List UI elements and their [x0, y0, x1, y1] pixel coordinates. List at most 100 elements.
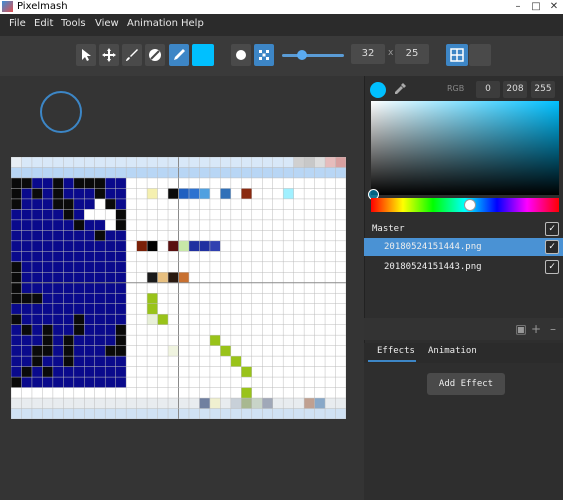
pixel — [94, 303, 106, 315]
close-icon[interactable]: ✕ — [546, 0, 562, 14]
pixel — [31, 377, 43, 388]
pixel — [42, 377, 53, 388]
pixel — [105, 198, 116, 210]
blue-value-field[interactable]: 255 — [531, 81, 555, 98]
palette-pixel — [314, 408, 326, 419]
grid-toggle-button[interactable] — [446, 44, 468, 66]
palette-pixel — [84, 157, 95, 168]
pixel — [73, 293, 85, 304]
palette-pixel — [230, 408, 242, 419]
maximize-icon[interactable]: □ — [528, 0, 544, 14]
palette-pixel — [230, 167, 242, 178]
palette-pixel — [209, 408, 221, 419]
palette-pixel — [199, 157, 210, 168]
secondary-view-button[interactable] — [469, 44, 491, 66]
pixel — [63, 272, 74, 283]
menu-animation[interactable]: Animation — [127, 18, 178, 29]
layer-item[interactable]: 20180524151443.png ✓ — [364, 258, 563, 276]
pixel — [168, 272, 179, 283]
pixel — [84, 240, 95, 252]
current-color-swatch[interactable] — [192, 44, 214, 66]
eyedropper-icon[interactable] — [393, 82, 407, 96]
palette-pixel — [21, 167, 32, 178]
pixel — [31, 198, 43, 210]
palette-pixel — [63, 408, 74, 419]
canvas-width-field[interactable]: 32 — [351, 44, 385, 64]
pixel — [94, 282, 106, 294]
pencil-tool-button[interactable] — [169, 44, 189, 66]
pixel — [105, 272, 116, 283]
pixel — [115, 230, 127, 241]
palette-pixel — [251, 157, 263, 168]
layer-visibility-checkbox[interactable]: ✓ — [545, 240, 559, 254]
pixel — [157, 272, 169, 283]
pointer-tool-button[interactable] — [76, 44, 96, 66]
pixel — [94, 272, 106, 283]
pixel — [21, 293, 32, 304]
dither-brush-button[interactable] — [254, 44, 274, 66]
menu-view[interactable]: View — [95, 18, 119, 29]
layer-master[interactable]: Master ✓ — [364, 220, 563, 238]
menu-tools[interactable]: Tools — [61, 18, 86, 29]
pixel — [178, 240, 189, 252]
pixel — [84, 209, 95, 220]
pointer-icon — [82, 49, 91, 61]
pixel — [21, 209, 32, 220]
pixel — [31, 356, 43, 367]
palette-pixel — [21, 157, 32, 168]
palette-pixel — [304, 167, 315, 178]
add-layer-icon[interactable]: + — [529, 322, 543, 336]
tab-effects[interactable]: Effects — [377, 346, 415, 356]
brush-size-knob[interactable] — [297, 50, 307, 60]
red-value-field[interactable]: 0 — [476, 81, 500, 98]
palette-pixel — [241, 157, 252, 168]
palette-pixel — [63, 398, 74, 409]
green-value-field[interactable]: 208 — [503, 81, 527, 98]
pixel — [52, 177, 64, 189]
eraser-tool-button[interactable] — [145, 44, 165, 66]
pixel — [52, 314, 64, 325]
duplicate-layer-icon[interactable]: ▣ — [514, 322, 528, 336]
layer-visibility-checkbox[interactable]: ✓ — [545, 260, 559, 274]
menu-help[interactable]: Help — [181, 18, 204, 29]
palette-pixel — [147, 398, 158, 409]
palette-pixel — [94, 408, 106, 419]
pixel — [94, 356, 106, 367]
hue-knob[interactable] — [464, 199, 476, 211]
move-tool-button[interactable] — [99, 44, 119, 66]
tab-animation[interactable]: Animation — [428, 346, 477, 356]
palette-pixel — [283, 398, 294, 409]
pixel — [94, 345, 106, 357]
menu-file[interactable]: File — [9, 18, 26, 29]
pixel — [73, 219, 85, 231]
pixel — [42, 272, 53, 283]
pixel — [283, 188, 294, 199]
palette-pixel — [220, 157, 231, 168]
brush-size-slider[interactable] — [282, 54, 344, 57]
menu-edit[interactable]: Edit — [34, 18, 53, 29]
pixel — [94, 177, 106, 189]
add-effect-button[interactable]: Add Effect — [427, 373, 505, 395]
pixel — [52, 293, 64, 304]
pixel — [115, 324, 127, 336]
pixel — [105, 377, 116, 388]
canvas-height-field[interactable]: 25 — [395, 44, 429, 64]
layer-item[interactable]: 20180524151444.png ✓ — [364, 238, 563, 256]
pixel — [230, 356, 242, 367]
brush-tool-button[interactable] — [122, 44, 142, 66]
saturation-value-picker[interactable] — [371, 101, 559, 195]
pixel-canvas[interactable] — [11, 157, 346, 419]
pixel — [11, 198, 22, 210]
pixel — [115, 377, 127, 388]
layer-master-visibility-checkbox[interactable]: ✓ — [545, 222, 559, 236]
pixel — [42, 230, 53, 241]
minimize-icon[interactable]: – — [510, 0, 526, 14]
pixel — [52, 324, 64, 336]
remove-layer-icon[interactable]: – — [546, 322, 560, 336]
pixel — [105, 314, 116, 325]
pixel — [73, 272, 85, 283]
round-brush-button[interactable] — [231, 44, 251, 66]
palette-pixel — [304, 157, 315, 168]
pixel — [42, 177, 53, 189]
pixel — [63, 356, 74, 367]
